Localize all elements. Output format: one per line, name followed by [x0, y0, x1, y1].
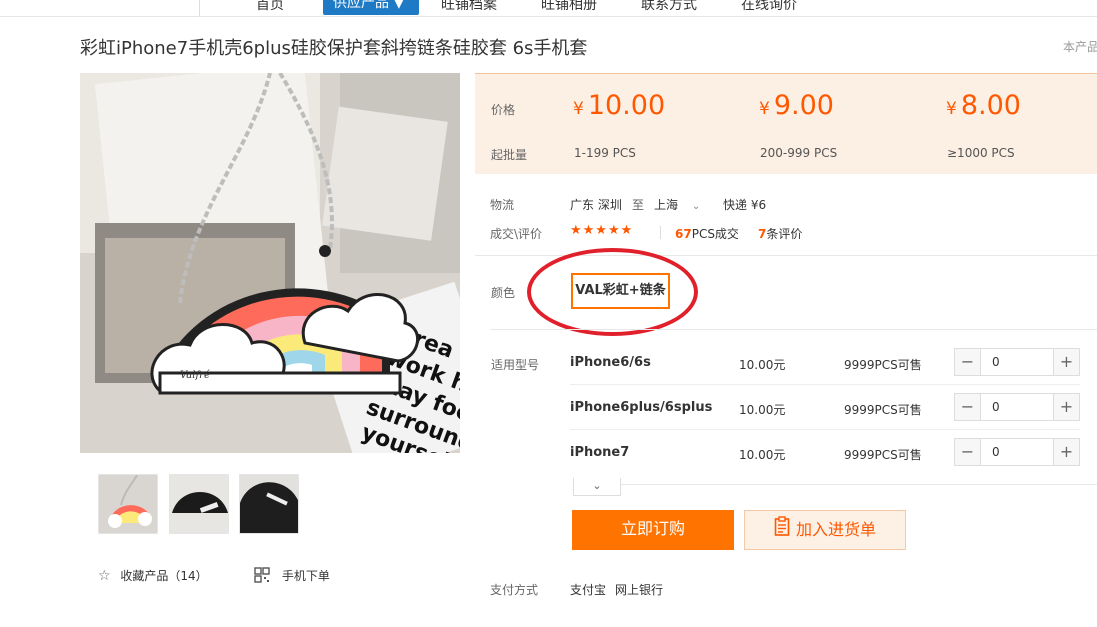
clipboard-icon — [774, 512, 790, 550]
favorite-label: 收藏产品（14） — [120, 569, 208, 583]
tier-range-3: ≥1000 PCS — [947, 146, 1015, 160]
chevron-down-icon: ⌄ — [592, 479, 602, 492]
logistics-label: 物流 — [490, 198, 515, 212]
annotation-circle — [527, 248, 698, 336]
model-stock: 9999PCS可售 — [844, 403, 922, 417]
plus-button[interactable]: + — [1053, 349, 1079, 375]
product-title: 彩虹iPhone7手机壳6plus硅胶保护套斜挎链条硅胶套 6s手机套 — [80, 38, 588, 59]
row-divider — [570, 384, 1080, 385]
expand-models-button[interactable]: ⌄ — [573, 478, 621, 496]
model-price: 10.00元 — [739, 358, 786, 372]
chevron-down-icon: ⌄ — [691, 201, 701, 212]
model-price: 10.00元 — [739, 448, 786, 462]
buy-now-button[interactable]: 立即订购 — [572, 510, 734, 550]
mobile-order-label: 手机下单 — [281, 569, 330, 583]
models-bottom-divider — [573, 484, 1097, 485]
tier-range-1: 1-199 PCS — [574, 146, 636, 160]
plus-button[interactable]: + — [1053, 439, 1079, 465]
mobile-order[interactable]: 手机下单 — [254, 567, 330, 586]
nav-contact[interactable]: 联系方式 — [641, 0, 697, 14]
minus-button[interactable]: − — [955, 349, 981, 375]
thumbnail-black-case-image-2 — [240, 475, 298, 533]
quantity-input[interactable] — [982, 349, 1052, 375]
rating-stars: ★★★★★ — [570, 223, 634, 238]
logistics-to-word: 至 — [632, 198, 645, 212]
nav-home[interactable]: 首页 — [256, 0, 284, 14]
model-name: iPhone6/6s — [570, 355, 651, 370]
logistics-from: 广东 深圳 — [570, 198, 622, 212]
quantity-input[interactable] — [982, 439, 1052, 465]
nav-inquiry[interactable]: 在线询价 — [741, 0, 797, 14]
plus-button[interactable]: + — [1053, 394, 1079, 420]
payment-alipay: 支付宝 — [570, 583, 607, 597]
models-label: 适用型号 — [491, 358, 540, 372]
thumbnail-1[interactable] — [98, 474, 158, 534]
thumbnail-black-case-image — [170, 475, 228, 533]
thumbnail-2[interactable] — [169, 474, 229, 534]
top-nav: 首页 供应产品 ▼ 旺铺档案 旺铺相册 联系方式 在线询价 — [0, 0, 1097, 17]
nav-divider — [199, 0, 200, 17]
rating-label: 成交\评价 — [490, 227, 543, 241]
payment-bank: 网上银行 — [615, 583, 664, 597]
payment-label: 支付方式 — [490, 583, 539, 597]
thumbnail-3[interactable] — [239, 474, 299, 534]
reviews-count[interactable]: 7条评价 — [758, 225, 802, 242]
rainbow-case-illustration: Drea work ha stay foc surround yourself … — [80, 73, 460, 453]
section-divider-2 — [490, 329, 1097, 330]
moq-label: 起批量 — [491, 148, 528, 162]
rating-divider — [660, 226, 661, 239]
add-to-cart-label: 加入进货单 — [795, 520, 876, 539]
color-label: 颜色 — [491, 286, 516, 300]
favorite-product[interactable]: ☆ 收藏产品（14） — [98, 567, 208, 584]
price-label: 价格 — [491, 103, 516, 117]
nav-supply-products[interactable]: 供应产品 ▼ — [323, 0, 419, 15]
quantity-stepper: − + — [954, 438, 1080, 466]
tier-price-1: ¥10.00 — [573, 90, 666, 121]
deals-count[interactable]: 67PCS成交 — [675, 225, 739, 242]
add-to-cart-button[interactable]: 加入进货单 — [744, 510, 906, 550]
nav-shop-album[interactable]: 旺铺相册 — [541, 0, 597, 14]
model-price: 10.00元 — [739, 403, 786, 417]
express-fee: 快递 ¥6 — [723, 198, 767, 212]
tier-range-2: 200-999 PCS — [760, 146, 838, 160]
model-name: iPhone7 — [570, 445, 630, 460]
quantity-stepper: − + — [954, 348, 1080, 376]
nav-shop-profile[interactable]: 旺铺档案 — [441, 0, 497, 14]
star-outline-icon: ☆ — [98, 568, 111, 584]
svg-text:Valfré: Valfré — [180, 370, 210, 381]
qrcode-icon — [254, 567, 270, 586]
logistics-to-select[interactable]: 上海 ⌄ — [654, 196, 700, 213]
destination-label: 上海 — [654, 198, 679, 212]
tier-price-2: ¥9.00 — [759, 90, 834, 121]
model-stock: 9999PCS可售 — [844, 358, 922, 372]
row-divider — [570, 429, 1080, 430]
tier-price-3: ¥8.00 — [946, 90, 1021, 121]
model-name: iPhone6plus/6splus — [570, 400, 713, 415]
minus-button[interactable]: − — [955, 394, 981, 420]
minus-button[interactable]: − — [955, 439, 981, 465]
thumbnail-rainbow-image — [99, 475, 157, 533]
main-product-image[interactable]: Drea work ha stay foc surround yourself … — [80, 73, 460, 453]
quantity-stepper: − + — [954, 393, 1080, 421]
model-stock: 9999PCS可售 — [844, 448, 922, 462]
corner-note: 本产品 — [1063, 40, 1097, 54]
quantity-input[interactable] — [982, 394, 1052, 420]
